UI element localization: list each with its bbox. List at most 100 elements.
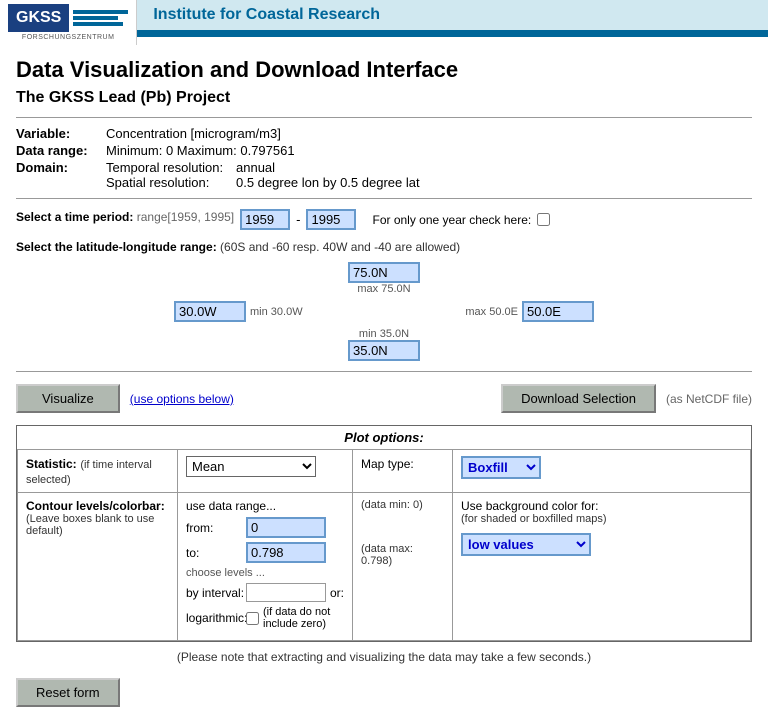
contour-inputs-cell: use data range... from: to: choose level… [178, 493, 353, 641]
visualize-button[interactable]: Visualize [16, 384, 120, 413]
time-from-input[interactable] [240, 209, 290, 230]
contour-sub: (Leave boxes blank to use default) [26, 513, 169, 537]
institute-bar: Institute for Coastal Research [137, 0, 768, 33]
page-header: GKSS FORSCHUNGSZENTRUM Institute for Coa… [0, 0, 768, 45]
logo-bars [73, 10, 128, 26]
one-year-checkbox[interactable] [537, 213, 550, 226]
reset-row: Reset form [16, 678, 752, 707]
time-range-hint: range[1959, 1995] [137, 210, 234, 224]
divider-3 [16, 371, 752, 372]
temporal-label: Temporal resolution: [106, 160, 236, 175]
time-row: Select a time period: range[1959, 1995] … [16, 209, 752, 230]
north-input[interactable] [348, 262, 420, 283]
variable-row: Variable: Concentration [microgram/m3] [16, 126, 752, 141]
logarithmic-label: logarithmic: [186, 611, 246, 625]
use-data-range: use data range... [186, 499, 344, 513]
time-to-input[interactable] [306, 209, 356, 230]
statistic-label: Statistic: [26, 457, 77, 471]
log-note: (if data do not include zero) [263, 606, 344, 630]
footer-note: (Please note that extracting and visuali… [16, 650, 752, 664]
bg-color-label: Use background color for: [461, 499, 742, 513]
bg-color-sub: (for shaded or boxfilled maps) [461, 513, 742, 525]
variable-value: Concentration [microgram/m3] [106, 126, 752, 141]
page-content: Data Visualization and Download Interfac… [0, 45, 768, 719]
data-range-label: Data range: [16, 143, 106, 158]
domain-label: Domain: [16, 160, 106, 190]
east-group: max 50.0E [465, 301, 594, 322]
middle-row: min 30.0W max 50.0E [174, 301, 594, 322]
statistic-select-cell: Mean Max Min StdDev [178, 450, 353, 493]
interval-input[interactable] [246, 583, 326, 602]
contour-label-cell: Contour levels/colorbar: (Leave boxes bl… [18, 493, 178, 641]
logarithmic-checkbox[interactable] [246, 612, 259, 625]
statistic-select[interactable]: Mean Max Min StdDev [186, 456, 316, 477]
north-row: max 75.0N [174, 262, 594, 295]
reset-button[interactable]: Reset form [16, 678, 120, 707]
one-year-label: For only one year check here: [372, 213, 531, 227]
as-netcdf-label: (as NetCDF file) [666, 392, 752, 406]
from-row: from: [186, 517, 344, 538]
time-period-section: Select a time period: range[1959, 1995] … [16, 209, 752, 230]
institute-title: Institute for Coastal Research [153, 6, 380, 24]
latlon-hint: (60S and -60 resp. 40W and -40 are allow… [220, 240, 460, 254]
time-period-label: Select a time period: range[1959, 1995] [16, 210, 234, 224]
logo-section: GKSS FORSCHUNGSZENTRUM [0, 0, 137, 45]
maptype-label-cell: Map type: [353, 450, 453, 493]
south-min-label: min 35.0N [174, 328, 594, 340]
data-range-row: Data range: Minimum: 0 Maximum: 0.797561 [16, 143, 752, 158]
divider-2 [16, 198, 752, 199]
latlon-section: Select the latitude-longitude range: (60… [16, 240, 752, 361]
choose-levels: choose levels ... [186, 567, 344, 579]
plot-options-section: Plot options: Statistic: (if time interv… [16, 425, 752, 642]
to-input[interactable] [246, 542, 326, 563]
bg-color-select[interactable]: low values high values none [461, 533, 591, 556]
bg-color-cell: Use background color for: (for shaded or… [453, 493, 751, 641]
east-max-label: max 50.0E [465, 306, 518, 318]
or-label: or: [330, 586, 344, 600]
buttons-row: Visualize (use options below) Download S… [16, 384, 752, 413]
south-row: min 35.0N [174, 328, 594, 361]
use-options-link[interactable]: (use options below) [130, 392, 234, 406]
temporal-row: Temporal resolution: annual [106, 160, 752, 175]
east-input[interactable] [522, 301, 594, 322]
logo-bar3 [73, 22, 123, 26]
notes-cell: (data min: 0) (data max: 0.798) [353, 493, 453, 641]
latlon-grid: max 75.0N min 30.0W max 50.0E min 35.0N [174, 262, 594, 361]
time-dash: - [296, 212, 300, 227]
maptype-label: Map type: [361, 457, 414, 471]
divider-1 [16, 117, 752, 118]
log-row: logarithmic: (if data do not include zer… [186, 606, 344, 630]
south-input[interactable] [348, 340, 420, 361]
maptype-select-cell: Boxfill Shaded Contour [453, 450, 751, 493]
maptype-select[interactable]: Boxfill Shaded Contour [461, 456, 541, 479]
west-group: min 30.0W [174, 301, 303, 322]
spatial-row: Spatial resolution: 0.5 degree lon by 0.… [106, 175, 752, 190]
west-input[interactable] [174, 301, 246, 322]
latlon-label: Select the latitude-longitude range: (60… [16, 240, 752, 254]
bg-color-select-wrapper: low values high values none [461, 533, 742, 556]
spatial-label: Spatial resolution: [106, 175, 236, 190]
download-button[interactable]: Download Selection [501, 384, 656, 413]
domain-row: Domain: Temporal resolution: annual Spat… [16, 160, 752, 190]
by-interval-label: by interval: [186, 586, 246, 600]
variable-label: Variable: [16, 126, 106, 141]
data-min-note: (data min: 0) [361, 499, 444, 511]
logo-bar1 [73, 10, 128, 14]
statistic-cell: Statistic: (if time interval selected) [18, 450, 178, 493]
accent-bar [137, 33, 768, 37]
plot-options-table: Statistic: (if time interval selected) M… [17, 449, 751, 641]
plot-options-row1: Statistic: (if time interval selected) M… [18, 450, 751, 493]
sub-title: The GKSS Lead (Pb) Project [16, 89, 752, 107]
interval-row: by interval: or: [186, 583, 344, 602]
to-label: to: [186, 546, 246, 560]
logo-subtitle: FORSCHUNGSZENTRUM [22, 34, 115, 41]
data-max-note: (data max: 0.798) [361, 543, 444, 567]
plot-options-title: Plot options: [17, 426, 751, 449]
to-row: to: [186, 542, 344, 563]
main-title: Data Visualization and Download Interfac… [16, 57, 752, 83]
data-range-value: Minimum: 0 Maximum: 0.797561 [106, 143, 752, 158]
north-max-label: max 75.0N [174, 283, 594, 295]
from-input[interactable] [246, 517, 326, 538]
logo-box: GKSS [8, 4, 69, 32]
header-right: Institute for Coastal Research [137, 0, 768, 45]
